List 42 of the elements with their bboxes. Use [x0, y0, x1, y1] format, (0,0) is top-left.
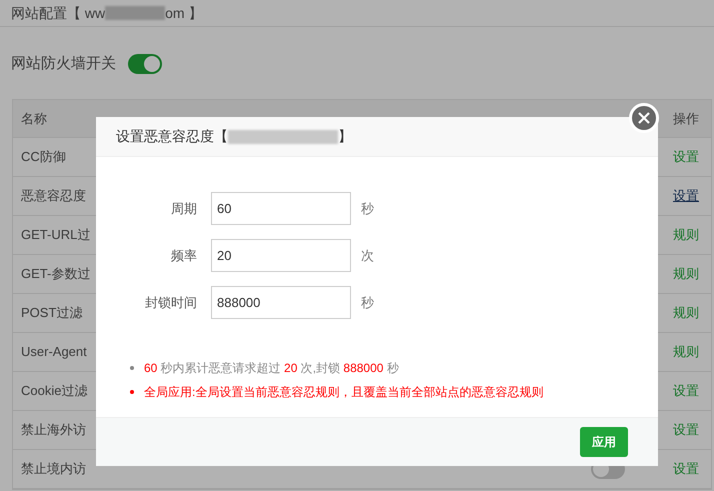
page-title: 网站配置【 ww	[11, 4, 106, 22]
bullet-icon	[130, 390, 134, 394]
redacted-text	[105, 6, 166, 20]
input-field[interactable]: 60	[211, 192, 351, 225]
rule-name: User-Agent	[21, 344, 87, 360]
rule-name: POST过滤	[21, 305, 82, 320]
close-icon	[638, 112, 650, 124]
unit-label: 秒	[360, 200, 374, 218]
field-label: 封锁时间	[144, 294, 198, 312]
rule-name: Cookie过滤	[21, 383, 88, 398]
action-link[interactable]: 规则	[673, 305, 699, 320]
note-text: 全局应用:全局设置当前恶意容忍规则，且覆盖当前全部站点的恶意容忍规则	[144, 384, 544, 401]
field-label: 周期	[170, 200, 198, 218]
column-header: 操作	[673, 110, 699, 126]
rule-name: 恶意容忍度	[21, 188, 86, 204]
input-field[interactable]: 888000	[211, 286, 351, 319]
firewall-label: 网站防火墙开关	[11, 54, 116, 74]
action-link[interactable]: 设置	[673, 422, 699, 438]
page-title: om 】	[165, 4, 202, 22]
column-header: 名称	[21, 110, 47, 126]
rule-name: 禁止海外访	[21, 422, 86, 438]
toggle-switch[interactable]	[128, 54, 162, 74]
action-link[interactable]: 设置	[673, 149, 699, 164]
action-link[interactable]: 设置	[673, 188, 699, 204]
dialog-title: 设置恶意容忍度【	[116, 127, 228, 146]
dialog-title: 】	[338, 127, 352, 146]
action-link[interactable]: 规则	[673, 266, 699, 282]
input-field[interactable]: 20	[211, 239, 351, 272]
action-link[interactable]: 规则	[673, 227, 699, 242]
apply-button[interactable]: 应用	[580, 427, 628, 457]
rule-name: GET-参数过	[21, 266, 90, 282]
unit-label: 次	[360, 246, 374, 265]
field-label: 频率	[170, 246, 198, 265]
action-link[interactable]: 设置	[673, 383, 699, 398]
unit-label: 秒	[360, 294, 374, 312]
action-link[interactable]: 规则	[673, 344, 699, 360]
bullet-icon	[130, 366, 134, 370]
rule-name: CC防御	[21, 149, 66, 164]
rule-name: GET-URL过	[21, 227, 90, 242]
action-link[interactable]: 设置	[673, 461, 699, 476]
rule-name: 禁止境内访	[21, 461, 86, 476]
note-text: 60 秒内累计恶意请求超过 20 次,封锁 888000 秒	[144, 360, 399, 377]
